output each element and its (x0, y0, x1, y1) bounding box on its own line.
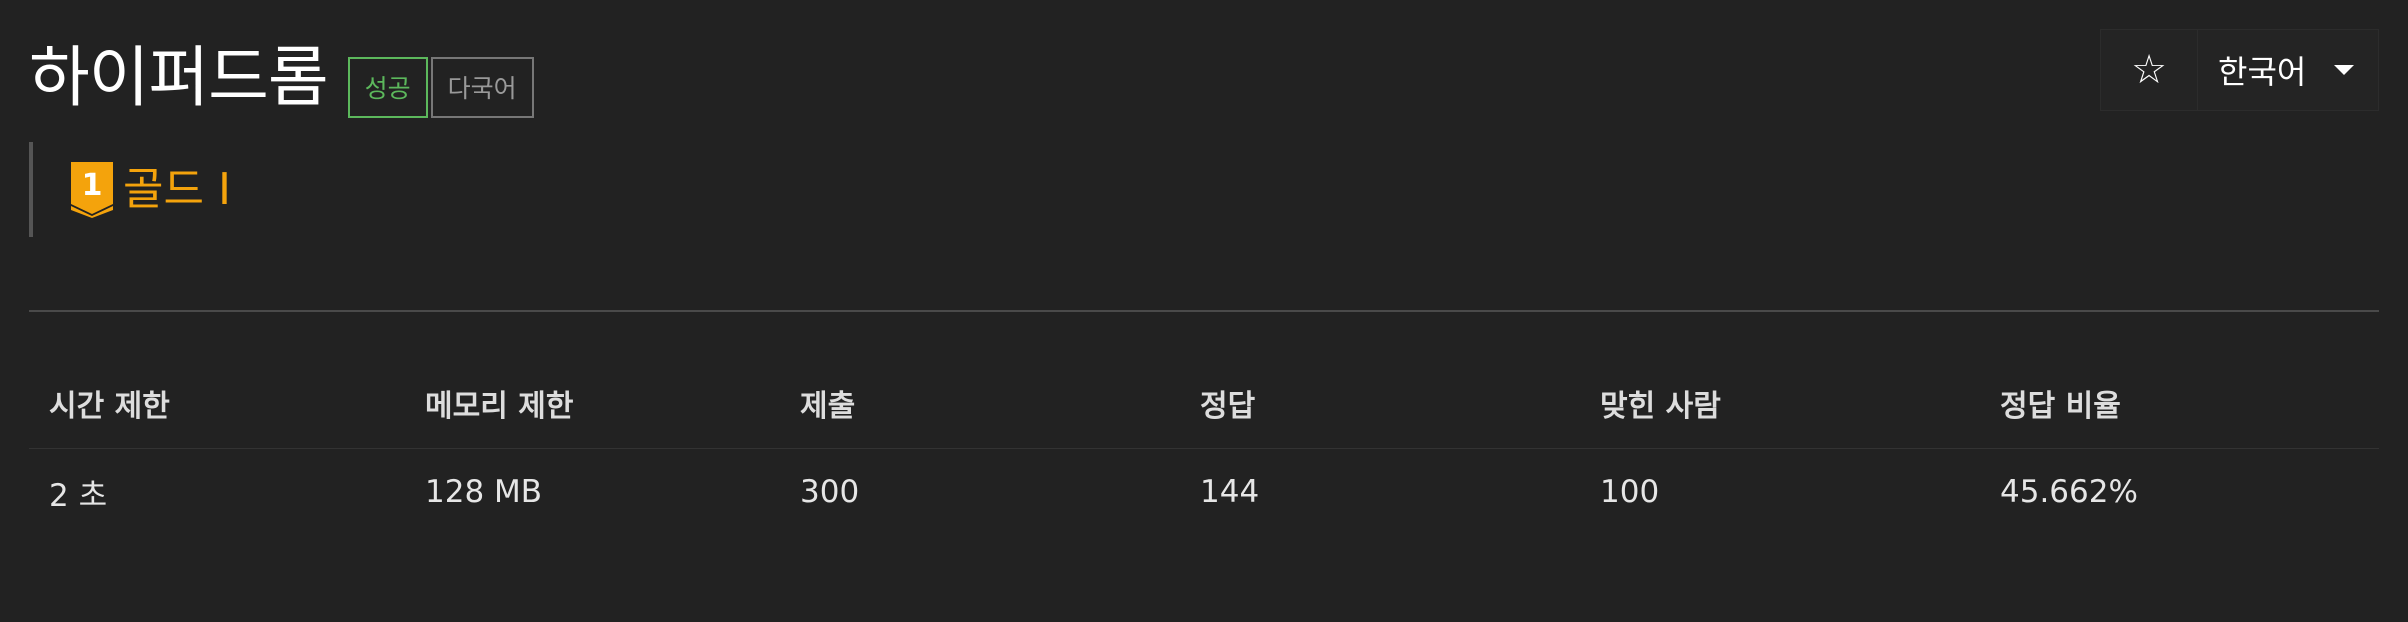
problem-actions: ☆ 한국어 (2100, 29, 2379, 111)
header-time-limit: 시간 제한 (29, 358, 405, 449)
accept-ratio-value: 45.662% (2000, 474, 2138, 511)
problem-title: 하이퍼드롬 (29, 39, 329, 116)
table-row: 2 초 128 MB 300 144 100 45.662% (29, 448, 2379, 536)
favorite-button[interactable]: ☆ (2101, 30, 2198, 110)
tier-block: 1 골드 I (29, 142, 231, 237)
multilang-badge[interactable]: 다국어 (430, 57, 534, 118)
table-header-row: 시간 제한 메모리 제한 제출 정답 맞힌 사람 정답 비율 (29, 358, 2379, 449)
memory-limit-value: 128 MB (425, 474, 543, 511)
language-dropdown[interactable]: 한국어 (2198, 30, 2378, 110)
solved-users-value[interactable]: 100 (1580, 448, 1980, 536)
problem-info-table: 시간 제한 메모리 제한 제출 정답 맞힌 사람 정답 비율 2 초 128 M… (29, 358, 2379, 536)
language-label: 한국어 (2218, 53, 2307, 91)
divider (29, 310, 2379, 312)
status-badge-success: 성공 (347, 57, 428, 118)
problem-page: 하이퍼드롬 성공 다국어 ☆ 한국어 1 골드 I 시간 제한 메모리 제한 제… (0, 0, 2408, 622)
submissions-value[interactable]: 300 (780, 448, 1180, 536)
star-icon: ☆ (2131, 47, 2167, 93)
tier-name[interactable]: 골드 I (123, 162, 231, 218)
tier-badge-icon: 1 (71, 161, 113, 218)
header-accept-ratio: 정답 비율 (1980, 358, 2379, 449)
header-memory-limit: 메모리 제한 (405, 358, 780, 449)
header-submissions: 제출 (780, 358, 1180, 449)
time-limit-value: 2 초 (49, 477, 108, 514)
header-solved-users: 맞힌 사람 (1580, 358, 1980, 449)
problem-header: 하이퍼드롬 성공 다국어 (29, 30, 534, 120)
chevron-down-icon (2334, 65, 2355, 75)
tier-level-digit: 1 (82, 168, 103, 203)
header-accepted: 정답 (1180, 358, 1580, 449)
accepted-value[interactable]: 144 (1180, 448, 1580, 536)
